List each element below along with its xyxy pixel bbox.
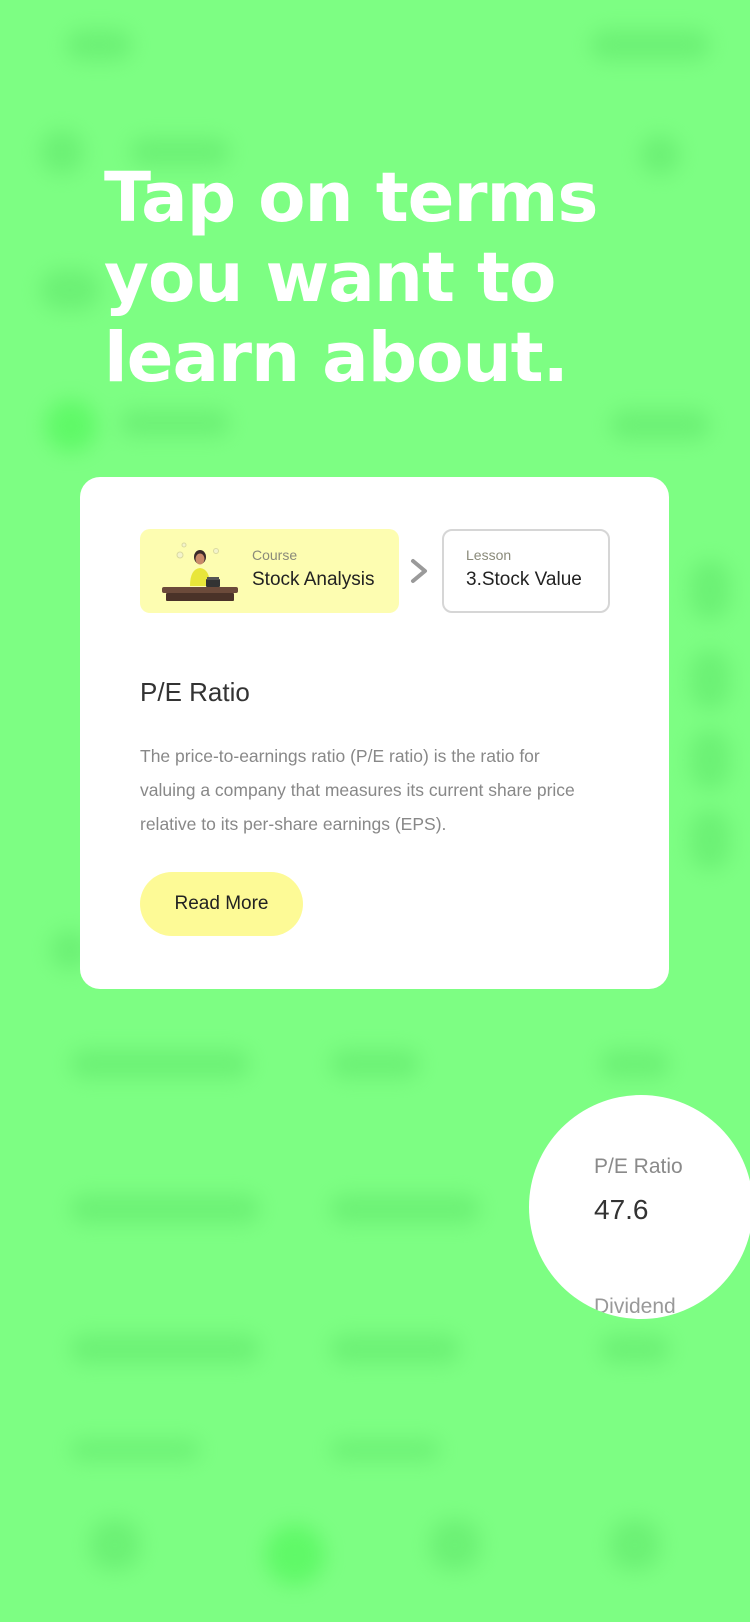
magnified-next-term: Dividend	[594, 1295, 676, 1318]
person-at-desk-illustration	[162, 542, 238, 601]
lesson-name: 3.Stock Value	[466, 569, 582, 590]
course-name: Stock Analysis	[252, 569, 375, 590]
term-title: P/E Ratio	[140, 677, 250, 707]
breadcrumb: Course Stock Analysis Lesson 3.Stock Val…	[140, 529, 610, 613]
course-label: Course	[252, 547, 298, 563]
term-description: The price-to-earnings ratio (P/E ratio) …	[140, 746, 575, 834]
read-more-button[interactable]: Read More	[140, 872, 303, 936]
magnified-term-label: P/E Ratio	[594, 1155, 683, 1178]
lesson-label: Lesson	[466, 547, 512, 563]
magnified-term-value: 47.6	[594, 1194, 649, 1225]
term-magnifier[interactable]: P/E Ratio 47.6 Dividend	[529, 1095, 750, 1319]
onboarding-headline: Tap on terms you want to learn about.	[104, 158, 598, 398]
course-chip[interactable]: Course Stock Analysis	[140, 529, 399, 613]
chevron-right-icon	[411, 559, 427, 583]
lesson-chip[interactable]: Lesson 3.Stock Value	[442, 529, 610, 613]
term-info-card: Course Stock Analysis Lesson 3.Stock Val…	[80, 477, 669, 989]
